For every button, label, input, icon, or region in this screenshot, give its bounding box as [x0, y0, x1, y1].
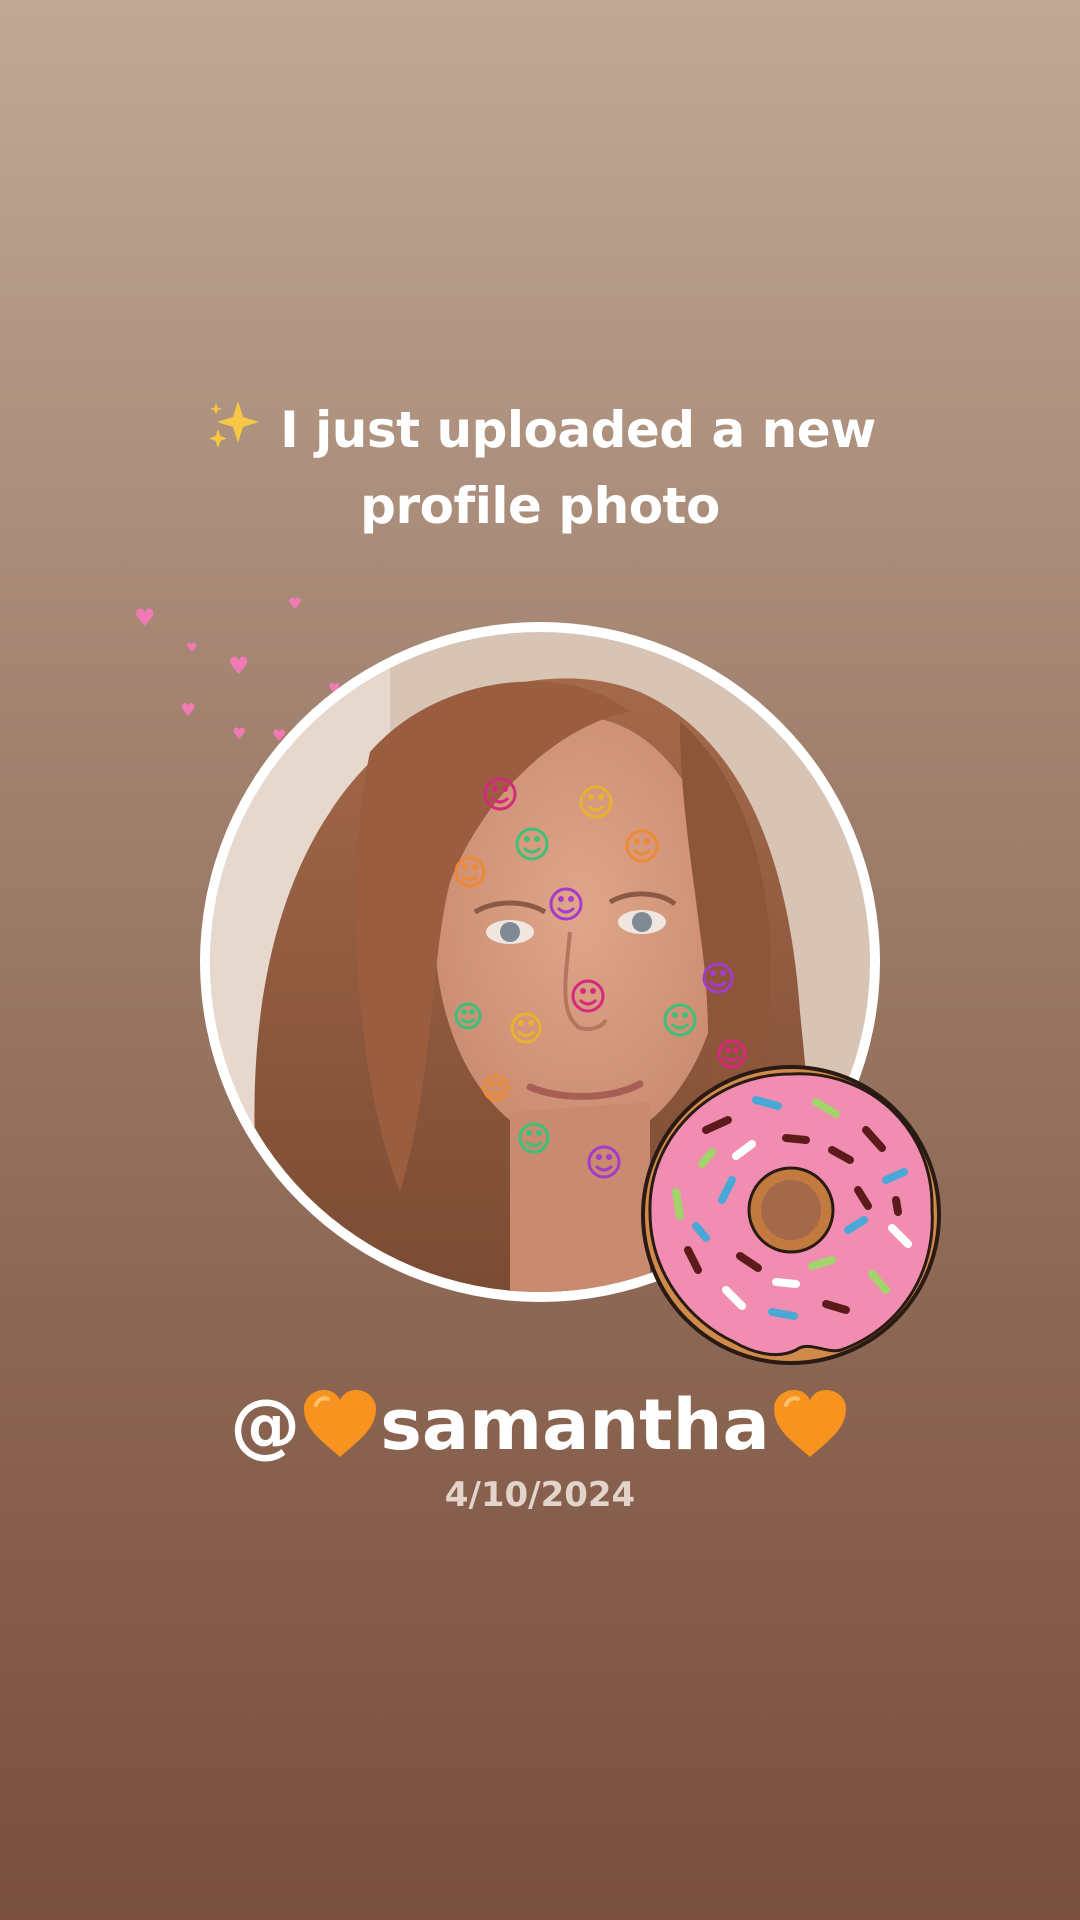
orange-heart-icon — [302, 1389, 378, 1480]
heart-icon: ♥ — [288, 594, 303, 613]
heart-icon: ♥ — [228, 652, 250, 680]
heart-icon: ♥ — [134, 604, 156, 632]
orange-heart-icon — [772, 1389, 848, 1480]
donut-sticker — [636, 1060, 946, 1370]
upload-date: 4/10/2024 — [444, 1475, 636, 1515]
sparkles-icon — [204, 397, 264, 471]
heart-icon: ♥ — [232, 724, 247, 743]
username-prefix: @ — [230, 1384, 301, 1466]
story-headline: I just uploaded a new profile photo — [0, 395, 1080, 541]
headline-line-1: I just uploaded a new — [0, 395, 1080, 471]
username-label: @ samantha — [0, 1380, 1080, 1480]
headline-text-1: I just uploaded a new — [280, 401, 876, 459]
heart-icon: ♥ — [180, 700, 197, 721]
username-name: samantha — [380, 1384, 770, 1466]
headline-text-2: profile photo — [360, 477, 720, 535]
heart-icon: ♥ — [186, 641, 198, 656]
